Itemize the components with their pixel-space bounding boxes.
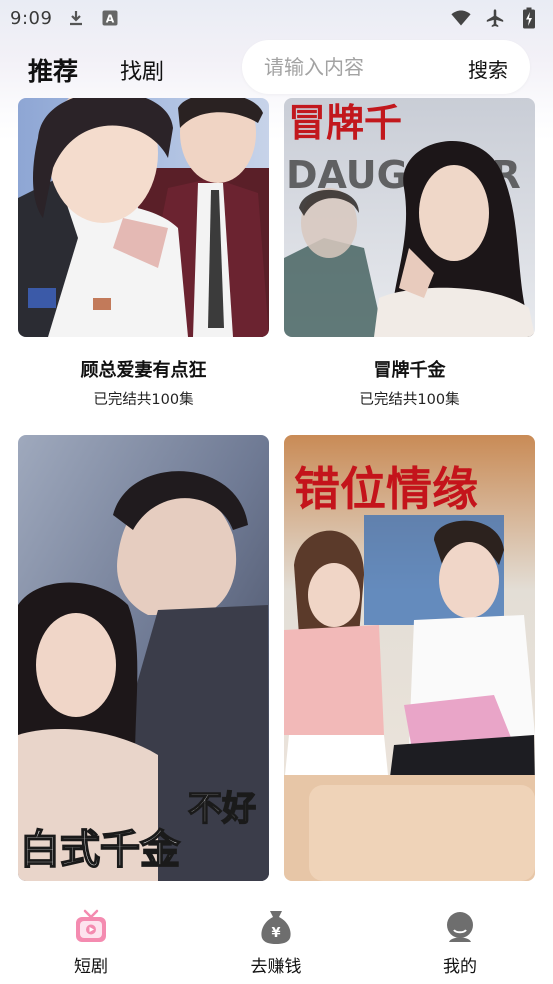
drama-card-4[interactable]: 错位情缘 <box>284 435 535 881</box>
drama-poster[interactable]: 不好 白式千金 <box>18 435 269 881</box>
app-screen: 9:09 A 推荐 找剧 搜索 <box>0 0 553 984</box>
airplane-icon <box>485 8 505 28</box>
bottom-navigation: 短剧 ¥ 去赚钱 我的 <box>0 898 553 984</box>
svg-text:¥: ¥ <box>271 926 280 941</box>
drama-episode-info: 已完结共100集 <box>359 392 460 408</box>
wifi-icon <box>451 8 471 28</box>
user-icon <box>441 908 479 946</box>
money-bag-icon: ¥ <box>257 908 295 946</box>
drama-title: 顾总爱妻有点狂 <box>80 360 207 381</box>
poster-title-art: 冒牌千 <box>288 101 402 145</box>
search-input[interactable] <box>264 53 444 81</box>
poster-title-art: 错位情缘 <box>294 462 478 516</box>
search-box: 搜索 <box>242 40 530 94</box>
status-time: 9:09 <box>10 7 53 29</box>
nav-item-earn-money[interactable]: ¥ 去赚钱 <box>216 908 336 978</box>
download-icon <box>66 8 86 28</box>
poster-title-art: 不好 <box>188 789 256 829</box>
nav-label: 短剧 <box>74 957 108 977</box>
nav-label: 去赚钱 <box>250 957 302 977</box>
status-bar: 9:09 A <box>0 0 553 36</box>
drama-card-1[interactable]: 顾总爱妻有点狂 已完结共100集 <box>18 98 269 408</box>
drama-poster[interactable]: 错位情缘 <box>284 435 535 881</box>
battery-charging-icon <box>519 7 539 29</box>
tab-find-drama[interactable]: 找剧 <box>120 54 164 86</box>
tv-icon <box>72 908 110 946</box>
search-button[interactable]: 搜索 <box>468 54 508 83</box>
keyboard-a-icon: A <box>100 8 120 28</box>
nav-item-my[interactable]: 我的 <box>400 908 520 978</box>
drama-card-3[interactable]: 不好 白式千金 <box>18 435 269 881</box>
drama-poster[interactable]: 冒牌千 DAUGHTER <box>284 98 535 337</box>
drama-card-2[interactable]: 冒牌千 DAUGHTER 冒牌千金 已完结共100集 <box>284 98 535 408</box>
nav-item-short-drama[interactable]: 短剧 <box>31 908 151 978</box>
drama-episode-info: 已完结共100集 <box>93 392 194 408</box>
svg-text:白式千金: 白式千金 <box>20 827 181 873</box>
drama-title: 冒牌千金 <box>373 360 446 381</box>
tab-recommend[interactable]: 推荐 <box>28 52 78 88</box>
top-header: 推荐 找剧 搜索 <box>0 36 553 98</box>
nav-label: 我的 <box>443 957 477 977</box>
drama-poster[interactable] <box>18 98 269 337</box>
drama-grid: 顾总爱妻有点狂 已完结共100集 冒牌千 DAUGHTER 冒牌千金 已完结共1… <box>0 98 553 898</box>
svg-text:A: A <box>106 13 115 26</box>
